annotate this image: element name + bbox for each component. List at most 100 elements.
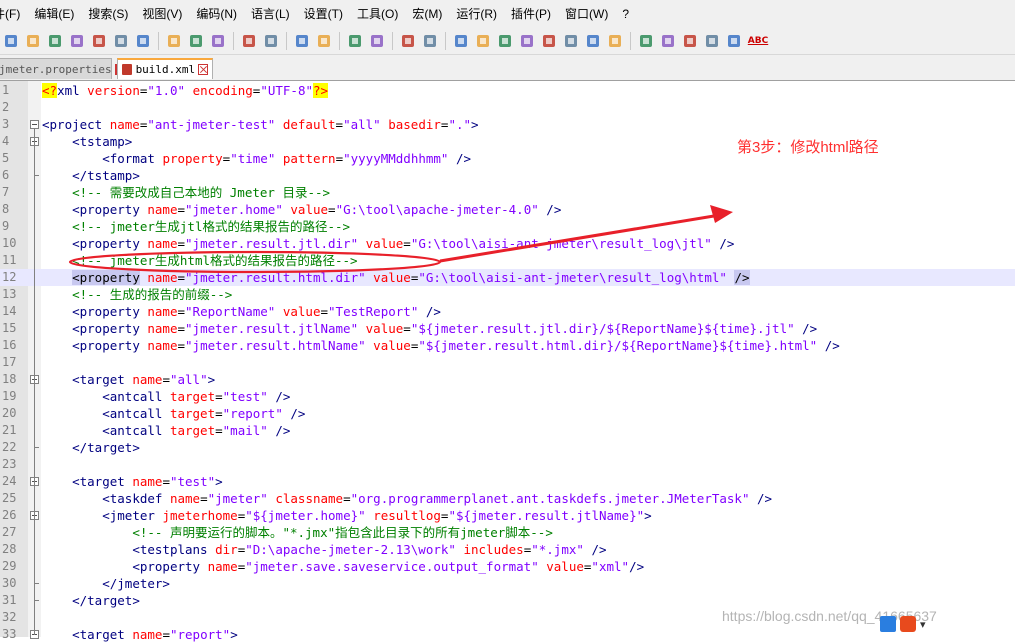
code-line[interactable]: 12 <property name="jmeter.result.html.di… xyxy=(0,269,1015,286)
menu-item-3[interactable]: 视图(V) xyxy=(135,0,189,28)
zoom-in-icon[interactable] xyxy=(346,32,364,50)
code-line[interactable]: 33 <target name="report"> xyxy=(0,626,1015,643)
folder-workspace-icon[interactable] xyxy=(584,32,602,50)
record-macro-icon[interactable] xyxy=(637,32,655,50)
code-token: > xyxy=(215,474,223,489)
redo-icon[interactable] xyxy=(262,32,280,50)
sync-v-icon[interactable] xyxy=(399,32,417,50)
sync-h-icon[interactable] xyxy=(421,32,439,50)
menu-item-9[interactable]: 运行(R) xyxy=(449,0,504,28)
code-token: <target xyxy=(72,627,133,642)
code-line[interactable]: 29 <property name="jmeter.save.saveservi… xyxy=(0,558,1015,575)
code-line[interactable]: 28 <testplans dir="D:\apache-jmeter-2.13… xyxy=(0,541,1015,558)
ime-icon[interactable] xyxy=(880,616,896,632)
close-all-icon[interactable] xyxy=(112,32,130,50)
code-line[interactable]: 2 xyxy=(0,99,1015,116)
code-line[interactable]: 26 <jmeter jmeterhome="${jmeter.home}" r… xyxy=(0,507,1015,524)
save-icon[interactable] xyxy=(46,32,64,50)
menu-item-8[interactable]: 宏(M) xyxy=(405,0,449,28)
code-line[interactable]: 23 xyxy=(0,456,1015,473)
menu-item-2[interactable]: 搜索(S) xyxy=(81,0,135,28)
code-token: > xyxy=(471,117,479,132)
code-line[interactable]: 9 <!-- jmeter生成jtl格式的结果报告的路径--> xyxy=(0,218,1015,235)
paste-icon[interactable] xyxy=(209,32,227,50)
udl-icon[interactable] xyxy=(518,32,536,50)
code-line[interactable]: 8 <property name="jmeter.home" value="G:… xyxy=(0,201,1015,218)
copy-icon[interactable] xyxy=(187,32,205,50)
sogou-icon[interactable] xyxy=(900,616,916,632)
undo-icon[interactable] xyxy=(240,32,258,50)
code-line[interactable]: 30 </jmeter> xyxy=(0,575,1015,592)
spellcheck-icon[interactable]: ABC xyxy=(747,32,769,50)
menu-item-5[interactable]: 语言(L) xyxy=(244,0,297,28)
menu-item-10[interactable]: 插件(P) xyxy=(504,0,558,28)
code-token: value xyxy=(373,270,411,285)
code-token: <antcall xyxy=(102,389,170,404)
code-token: <target xyxy=(72,372,133,387)
code-token: = xyxy=(162,627,170,642)
find-icon[interactable] xyxy=(293,32,311,50)
print-icon[interactable] xyxy=(134,32,152,50)
doc-map-icon[interactable] xyxy=(540,32,558,50)
code-line[interactable]: 16 <property name="jmeter.result.htmlNam… xyxy=(0,337,1015,354)
menu-item-7[interactable]: 工具(O) xyxy=(350,0,405,28)
code-token: = xyxy=(177,270,186,285)
code-line[interactable]: 11 <!-- jmeter生成html格式的结果报告的路径--> xyxy=(0,252,1015,269)
close-icon[interactable] xyxy=(90,32,108,50)
code-line[interactable]: 14 <property name="ReportName" value="Te… xyxy=(0,303,1015,320)
code-line[interactable]: 13 <!-- 生成的报告的前缀--> xyxy=(0,286,1015,303)
menu-item-0[interactable]: 件(F) xyxy=(0,0,27,28)
word-wrap-icon[interactable] xyxy=(452,32,470,50)
code-line[interactable]: 1 <?xml version="1.0" encoding="UTF-8"?> xyxy=(0,82,1015,99)
menu-item-4[interactable]: 编码(N) xyxy=(189,0,244,28)
monitor-icon[interactable] xyxy=(606,32,624,50)
open-file-icon[interactable] xyxy=(24,32,42,50)
code-line[interactable]: 24 <target name="test"> xyxy=(0,473,1015,490)
code-token: "all" xyxy=(169,372,208,387)
code-line[interactable]: 21 <antcall target="mail" /> xyxy=(0,422,1015,439)
code-editor[interactable]: 1 <?xml version="1.0" encoding="UTF-8"?> 2… xyxy=(0,81,1015,642)
code-token: "G:\tool\apache-jmeter-4.0" xyxy=(335,202,539,217)
run-macro-multiple-icon[interactable] xyxy=(703,32,721,50)
code-line[interactable]: 20 <antcall target="report" /> xyxy=(0,405,1015,422)
tab-build-xml[interactable]: build.xml xyxy=(117,58,213,79)
stop-record-icon[interactable] xyxy=(659,32,677,50)
save-macro-icon[interactable] xyxy=(725,32,743,50)
code-line[interactable]: 7 <!-- 需要改成自己本地的 Jmeter 目录--> xyxy=(0,184,1015,201)
zoom-out-icon[interactable] xyxy=(368,32,386,50)
code-line[interactable]: 31 </target> xyxy=(0,592,1015,609)
fold-toggle-icon[interactable] xyxy=(30,120,39,129)
code-line[interactable]: 27 <!-- 声明要运行的脚本。"*.jmx"指包含此目录下的所有jmeter… xyxy=(0,524,1015,541)
new-file-icon[interactable] xyxy=(2,32,20,50)
code-line[interactable]: 19 <antcall target="test" /> xyxy=(0,388,1015,405)
code-line[interactable]: 25 <taskdef name="jmeter" classname="org… xyxy=(0,490,1015,507)
line-code: </jmeter> xyxy=(42,575,170,592)
code-line[interactable]: 3 <project name = "ant-jmeter-test" default… xyxy=(0,116,1015,133)
code-line[interactable]: 18 <target name="all"> xyxy=(0,371,1015,388)
code-line[interactable]: 15 <property name="jmeter.result.jtlName… xyxy=(0,320,1015,337)
play-macro-icon[interactable] xyxy=(681,32,699,50)
menu-item-11[interactable]: 窗口(W) xyxy=(558,0,615,28)
tab-jmeter-properties[interactable]: jmeter.properties xyxy=(0,58,117,79)
cut-icon[interactable] xyxy=(165,32,183,50)
indent-guide-icon[interactable] xyxy=(496,32,514,50)
menu-item-12[interactable]: ? xyxy=(615,0,636,28)
close-tab-icon[interactable] xyxy=(198,64,208,75)
tray-menu-icon[interactable]: ▾ xyxy=(920,618,926,631)
code-line[interactable]: 10 <property name="jmeter.result.jtl.dir… xyxy=(0,235,1015,252)
function-list-icon[interactable] xyxy=(562,32,580,50)
menu-item-6[interactable]: 设置(T) xyxy=(297,0,350,28)
code-line[interactable]: 17 xyxy=(0,354,1015,371)
code-line[interactable]: 6 </tstamp> xyxy=(0,167,1015,184)
code-line[interactable]: 22 </target> xyxy=(0,439,1015,456)
line-number: 27 xyxy=(2,525,17,539)
menu-item-1[interactable]: 编辑(E) xyxy=(27,0,81,28)
line-code: <target name="test"> xyxy=(42,473,223,490)
all-chars-icon[interactable] xyxy=(474,32,492,50)
save-all-icon[interactable] xyxy=(68,32,86,50)
replace-icon[interactable] xyxy=(315,32,333,50)
